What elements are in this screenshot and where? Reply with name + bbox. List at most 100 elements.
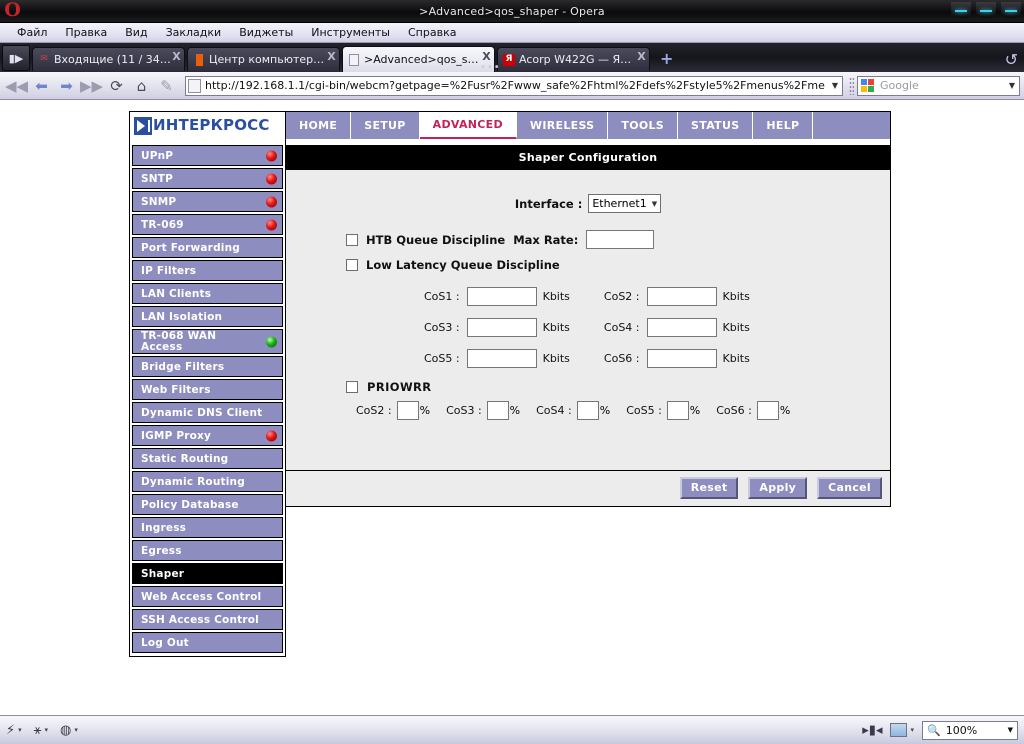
close-button[interactable] [1001, 2, 1021, 18]
priowrr-cos5-input[interactable] [666, 401, 689, 420]
page-viewport: ИНТЕРКРОСС HOME SETUP ADVANCED WIRELESS … [0, 104, 1024, 715]
sidebar-item-tr068-wan-access[interactable]: TR-068 WAN Access [132, 329, 283, 354]
menu-item-file[interactable]: Файл [8, 25, 56, 40]
sidebar-item-bridge-filters[interactable]: Bridge Filters [132, 356, 283, 377]
sidebar-item-ingress[interactable]: Ingress [132, 517, 283, 538]
fast-forward-icon[interactable]: ▶▶ [79, 75, 104, 97]
sidebar-item-web-access-control[interactable]: Web Access Control [132, 586, 283, 607]
nav-tab-wireless[interactable]: WIRELESS [517, 112, 609, 139]
sidebar-item-policy-database[interactable]: Policy Database [132, 494, 283, 515]
cos4-label: CoS4 : [603, 321, 640, 334]
browser-tab-inbox[interactable]: ✉ Входящие (11 / 34) — ... X [32, 47, 185, 71]
nav-tab-advanced[interactable]: ADVANCED [419, 112, 517, 139]
reset-button[interactable]: Reset [679, 477, 739, 499]
sidebar-item-sntp[interactable]: SNTP [132, 168, 283, 189]
priowrr-cos3-input[interactable] [486, 401, 509, 420]
sidebar-item-port-forwarding[interactable]: Port Forwarding [132, 237, 283, 258]
fit-width-icon[interactable]: ▸▮◂ [862, 723, 882, 738]
cos-row-1: CoS1 : Kbits CoS2 : Kbits [286, 287, 890, 306]
sidebar-item-web-filters[interactable]: Web Filters [132, 379, 283, 400]
panel-toggle-button[interactable]: ▮▶ [2, 45, 30, 71]
sidebar-item-snmp[interactable]: SNMP [132, 191, 283, 212]
nav-tab-tools[interactable]: TOOLS [608, 112, 679, 139]
chevron-down-icon[interactable]: ▼ [1005, 81, 1019, 90]
cos5-input[interactable] [466, 349, 537, 368]
sidebar-item-label: IP Filters [141, 264, 197, 277]
sidebar-item-lan-clients[interactable]: LAN Clients [132, 283, 283, 304]
search-input[interactable]: Google [880, 79, 1005, 92]
trash-can-icon[interactable]: ↺ [1005, 50, 1018, 69]
cos1-unit: Kbits [542, 290, 570, 303]
cancel-button[interactable]: Cancel [817, 477, 882, 499]
minimize-button[interactable] [951, 2, 971, 18]
tab-close-icon[interactable]: X [171, 51, 182, 62]
forward-icon[interactable]: ➡ [54, 75, 79, 97]
zoom-control[interactable]: 🔍 100% ▼ [922, 720, 1018, 740]
tab-close-icon[interactable]: X [481, 51, 492, 62]
htb-queue-checkbox[interactable] [346, 233, 358, 246]
chevron-down-icon[interactable]: ▼ [828, 81, 842, 90]
new-tab-button[interactable]: + [660, 49, 673, 68]
rewind-icon[interactable]: ◀◀ [4, 75, 29, 97]
priowrr-checkbox[interactable] [346, 381, 358, 393]
browser-tab-acorp[interactable]: Я Acorp W422G — Яндекс... X [497, 47, 650, 71]
address-input[interactable]: http://192.168.1.1/cgi-bin/webcm?getpage… [205, 79, 828, 92]
cos6-input[interactable] [646, 349, 717, 368]
sidebar-item-lan-isolation[interactable]: LAN Isolation [132, 306, 283, 327]
browser-tab-qos-shaper[interactable]: >Advanced>qos_shaper X [342, 46, 495, 72]
low-latency-checkbox[interactable] [346, 259, 358, 271]
maximize-button[interactable] [976, 2, 996, 18]
menu-item-edit[interactable]: Правка [56, 25, 116, 40]
sidebar-item-ip-filters[interactable]: IP Filters [132, 260, 283, 281]
menu-item-widgets[interactable]: Виджеты [230, 25, 302, 40]
sidebar-item-static-routing[interactable]: Static Routing [132, 448, 283, 469]
sidebar-item-igmp-proxy[interactable]: IGMP Proxy [132, 425, 283, 446]
image-mode-control[interactable]: ▾ [890, 723, 914, 737]
tab-close-icon[interactable]: X [326, 51, 337, 62]
google-icon [861, 79, 875, 92]
reload-icon[interactable]: ⟳ [104, 75, 129, 97]
cos5-label: CoS5 : [424, 352, 460, 365]
sidebar-item-dynamic-dns-client[interactable]: Dynamic DNS Client [132, 402, 283, 423]
browser-tab-center[interactable]: Центр компьютерной п... X [187, 47, 340, 71]
edit-icon[interactable]: ✎ [154, 75, 179, 97]
sidebar-item-tr069[interactable]: TR-069 [132, 214, 283, 235]
nav-tab-home[interactable]: HOME [286, 112, 352, 139]
interface-label: Interface : [514, 196, 583, 211]
priowrr-cos6: CoS6 : % [716, 401, 790, 420]
max-rate-input[interactable] [586, 230, 655, 249]
sidebar-item-log-out[interactable]: Log Out [132, 632, 283, 653]
sidebar-item-ssh-access-control[interactable]: SSH Access Control [132, 609, 283, 630]
search-box[interactable]: Google ▼ [857, 75, 1020, 96]
home-icon[interactable]: ⌂ [129, 75, 154, 97]
menu-item-bookmarks[interactable]: Закладки [157, 25, 231, 40]
priowrr-cos6-input[interactable] [756, 401, 779, 420]
menu-item-tools[interactable]: Инструменты [302, 25, 399, 40]
tab-label: Acorp W422G — Яндекс... [519, 53, 636, 66]
tab-close-icon[interactable]: X [636, 51, 647, 62]
router-logo: ИНТЕРКРОСС [129, 111, 286, 139]
sidebar-item-egress[interactable]: Egress [132, 540, 283, 561]
cos4-input[interactable] [646, 318, 717, 337]
menu-item-view[interactable]: Вид [116, 25, 156, 40]
cos2-input[interactable] [646, 287, 717, 306]
back-icon[interactable]: ⬅ [29, 75, 54, 97]
history-icon[interactable]: ⚹ ▾ [34, 723, 48, 738]
menu-item-help[interactable]: Справка [399, 25, 465, 40]
priowrr-cos4-input[interactable] [576, 401, 599, 420]
sidebar-item-dynamic-routing[interactable]: Dynamic Routing [132, 471, 283, 492]
priowrr-cos2-input[interactable] [396, 401, 419, 420]
sidebar-item-shaper[interactable]: Shaper [132, 563, 283, 584]
nav-tab-setup[interactable]: SETUP [351, 112, 420, 139]
nav-tab-help[interactable]: HELP [753, 112, 814, 139]
apply-button[interactable]: Apply [748, 477, 808, 499]
interface-select[interactable]: Ethernet1 ▼ [588, 194, 662, 213]
address-bar[interactable]: http://192.168.1.1/cgi-bin/webcm?getpage… [185, 75, 843, 96]
nav-tab-status[interactable]: STATUS [678, 112, 754, 139]
cos3-input[interactable] [466, 318, 537, 337]
cos1-input[interactable] [466, 287, 537, 306]
panels-icon[interactable]: ◍ ▾ [60, 723, 78, 738]
sidebar-item-upnp[interactable]: UPnP [132, 145, 283, 166]
transfers-icon[interactable]: ⚡ ▾ [6, 723, 22, 738]
page-title: Shaper Configuration [286, 145, 890, 170]
